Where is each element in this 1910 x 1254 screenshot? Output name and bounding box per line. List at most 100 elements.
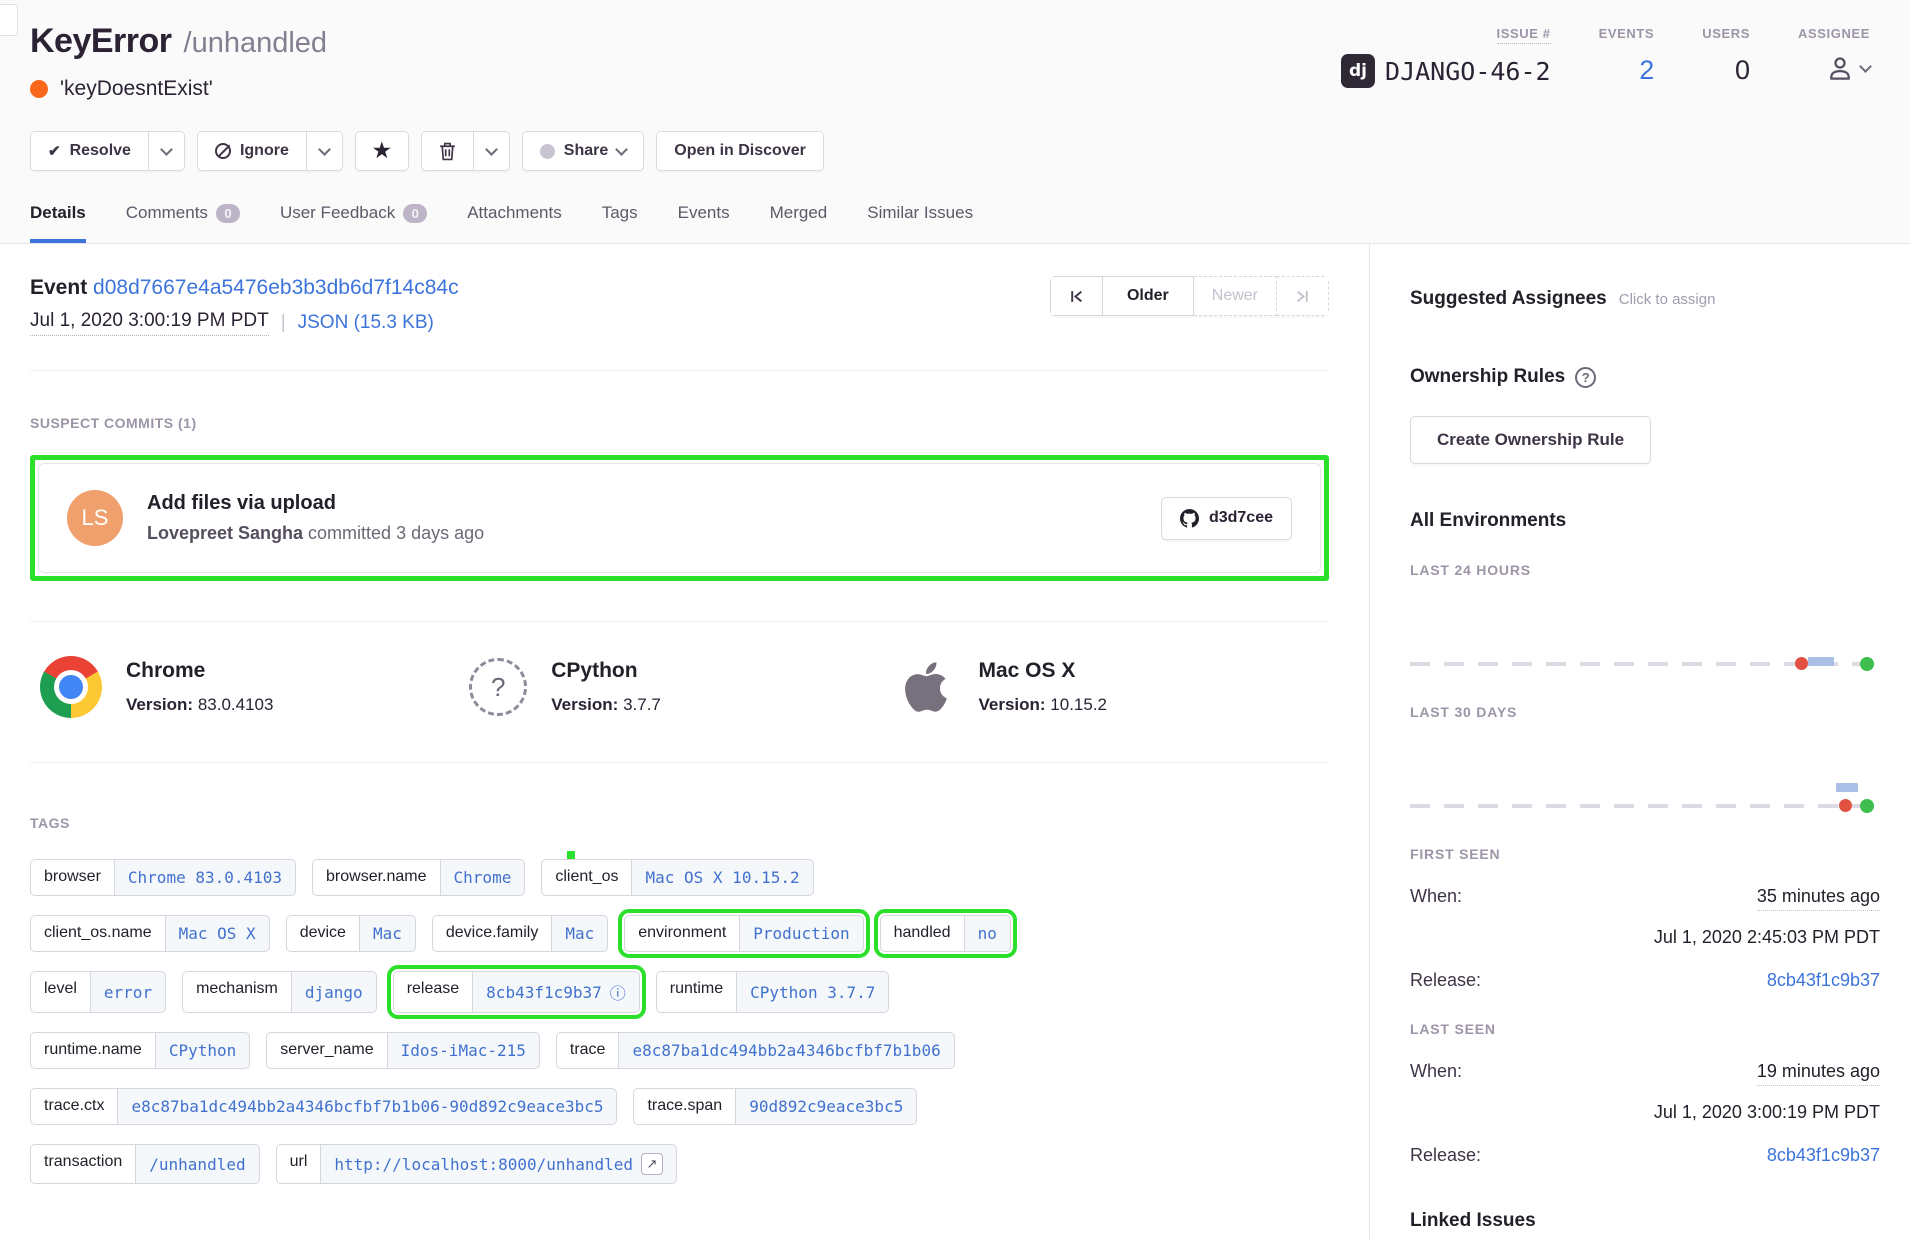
last-seen-release-link[interactable]: 8cb43f1c9b37 [1767,1145,1880,1166]
resolve-button[interactable]: ✔ Resolve [31,132,148,170]
tag-pill-release[interactable]: release8cb43f1c9b37ⓘ [393,971,640,1013]
tab-tags[interactable]: Tags [602,203,638,243]
tag-pill-trace-ctx[interactable]: trace.ctxe8c87ba1dc494bb2a4346bcfbf7b1b0… [30,1088,617,1125]
tab-attachments[interactable]: Attachments [467,203,562,243]
stat-issue-number: ISSUE # dj DJANGO-46-2 [1341,26,1551,88]
click-to-assign-hint: Click to assign [1619,291,1716,308]
error-level-dot [30,80,48,98]
context-version: 10.15.2 [1050,695,1107,714]
context-runtime: ? CPython Version: 3.7.7 [469,656,898,718]
event-details-column: Event d08d7667e4a5476eb3b3db6d7f14c84c J… [0,244,1370,1239]
divider [30,370,1329,371]
help-icon[interactable]: ? [1575,367,1596,388]
action-bar: ✔ Resolve Ignore ★ [30,131,1870,171]
json-download-link[interactable]: JSON (15.3 KB) [298,312,434,334]
tag-pill-url[interactable]: urlhttp://localhost:8000/unhandled↗ [276,1144,677,1184]
tab-details[interactable]: Details [30,203,86,243]
event-label: Event [30,276,87,299]
feedback-count-badge: 0 [403,204,427,223]
tag-pill-device[interactable]: deviceMac [286,915,416,952]
avatar: LS [67,490,123,546]
last-24-hours-label: LAST 24 HOURS [1410,562,1880,578]
highlight-annotation-box: LS Add files via upload Lovepreet Sangha… [30,455,1329,581]
newer-event-button[interactable]: Newer [1194,276,1277,316]
event-id-link[interactable]: d08d7667e4a5476eb3b3db6d7f14c84c [93,276,459,299]
external-link-icon[interactable]: ↗ [641,1153,663,1175]
bookmark-button-group: ★ [355,131,409,171]
issue-title: KeyError [30,22,172,61]
tag-pill-server-name[interactable]: server_nameIdos-iMac-215 [266,1032,540,1069]
separator: | [281,312,286,334]
tag-pill-transaction[interactable]: transaction/unhandled [30,1144,260,1184]
assignee-dropdown[interactable] [1825,53,1870,83]
info-icon[interactable]: ⓘ [610,980,626,1004]
stat-events: EVENTS 2 [1599,26,1655,86]
context-browser: Chrome Version: 83.0.4103 [40,656,469,718]
issue-message: 'keyDoesntExist' [60,77,213,101]
share-button[interactable]: Share [523,132,643,170]
older-event-button[interactable]: Older [1103,276,1194,316]
tag-pill-client-os-name[interactable]: client_os.nameMac OS X [30,915,270,952]
tag-pill-runtime[interactable]: runtimeCPython 3.7.7 [656,971,890,1013]
delete-button[interactable] [422,132,473,170]
issue-stats: ISSUE # dj DJANGO-46-2 EVENTS 2 USERS 0 … [1341,22,1870,88]
chevron-down-icon [318,143,331,156]
context-name: Mac OS X [978,659,1107,683]
resolve-dropdown-button[interactable] [148,132,184,170]
sparkline-24h[interactable] [1410,578,1874,674]
commit-meta: committed 3 days ago [303,523,484,543]
first-event-button[interactable] [1050,276,1103,316]
all-environments-title: All Environments [1410,510,1880,532]
context-version: 3.7.7 [623,695,661,714]
first-seen-release-link[interactable]: 8cb43f1c9b37 [1767,970,1880,991]
sparkline-30d[interactable] [1410,720,1874,816]
tag-pill-browser[interactable]: browserChrome 83.0.4103 [30,859,296,896]
share-dot-icon [540,144,555,159]
discover-button-group: Open in Discover [656,131,824,171]
trash-icon [439,142,456,161]
suspect-commit-row[interactable]: LS Add files via upload Lovepreet Sangha… [38,463,1321,573]
last-seen-label: LAST SEEN [1410,1021,1880,1037]
ignore-button[interactable]: Ignore [198,132,306,170]
tag-pill-runtime-name[interactable]: runtime.nameCPython [30,1032,250,1069]
ignore-dropdown-button[interactable] [306,132,342,170]
tag-pill-client-os[interactable]: client_osMac OS X 10.15.2 [541,859,813,896]
commit-sha-button[interactable]: d3d7cee [1161,497,1292,540]
tag-pill-trace-span[interactable]: trace.span90d892c9eace3bc5 [633,1088,917,1125]
issue-header: KeyError /unhandled 'keyDoesntExist' ISS… [0,0,1910,244]
issue-culprit: /unhandled [184,27,328,60]
delete-dropdown-button[interactable] [473,132,509,170]
tab-merged[interactable]: Merged [770,203,828,243]
commit-title: Add files via upload [147,492,1137,515]
context-os: Mac OS X Version: 10.15.2 [898,656,1327,718]
first-seen-block: FIRST SEEN When: 35 minutes ago Jul 1, 2… [1410,846,1880,991]
tag-pill-mechanism[interactable]: mechanismdjango [182,971,377,1013]
events-count[interactable]: 2 [1639,55,1654,86]
tab-comments[interactable]: Comments0 [126,203,240,243]
last-event-button[interactable] [1277,276,1329,316]
suspect-commits-heading: SUSPECT COMMITS (1) [30,415,1329,431]
tag-pill-browser-name[interactable]: browser.nameChrome [312,859,525,896]
chevron-down-icon [615,143,628,156]
first-seen-label: FIRST SEEN [1410,846,1880,862]
resolve-button-group: ✔ Resolve [30,131,185,171]
tab-similar-issues[interactable]: Similar Issues [867,203,973,243]
tag-pill-device-family[interactable]: device.familyMac [432,915,608,952]
bookmark-button[interactable]: ★ [356,132,408,170]
skip-last-icon [1295,289,1310,304]
unknown-runtime-icon: ? [469,658,527,716]
tag-pill-level[interactable]: levelerror [30,971,166,1013]
tab-events[interactable]: Events [678,203,730,243]
event-pagination: Older Newer [1050,276,1329,316]
open-in-discover-button[interactable]: Open in Discover [657,132,823,170]
chevron-down-icon [485,143,498,156]
tag-pill-trace[interactable]: tracee8c87ba1dc494bb2a4346bcfbf7b1b06 [556,1032,955,1069]
create-ownership-rule-button[interactable]: Create Ownership Rule [1410,416,1651,464]
tab-user-feedback[interactable]: User Feedback0 [280,203,427,243]
django-project-icon: dj [1341,54,1375,88]
tag-pill-environment[interactable]: environmentProduction [624,915,863,952]
users-label: USERS [1702,26,1750,41]
sparkline-bar [1808,657,1834,666]
stat-assignee: ASSIGNEE [1798,26,1870,83]
tag-pill-handled[interactable]: handledno [880,915,1011,952]
